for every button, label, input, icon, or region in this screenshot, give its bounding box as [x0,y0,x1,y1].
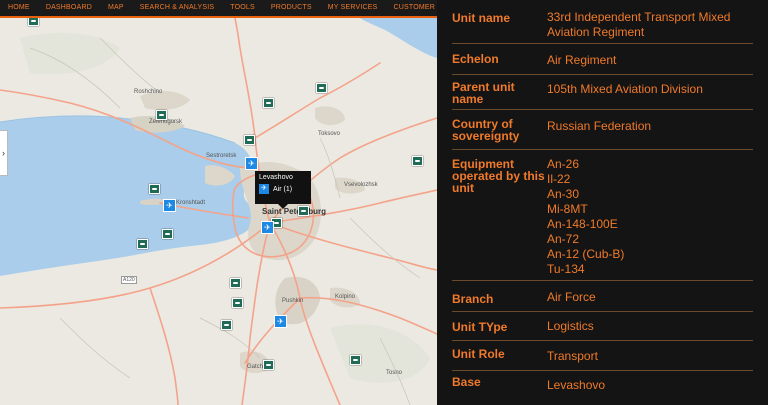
detail-row-unit-type: Unit TYpe Logistics [452,312,753,341]
equipment-item: Tu-134 [547,262,585,276]
detail-label: Unit name [452,11,511,25]
unit-marker[interactable] [232,298,243,308]
detail-label: Base [452,375,481,389]
equipment-list: An-26 Il-22 An-30 Mi-8MT An-148-100E An-… [547,150,753,280]
unit-marker[interactable] [149,184,160,194]
label-toksovo: Toksovo [318,131,341,137]
nav-search-analysis[interactable]: SEARCH & ANALYSIS [132,0,222,16]
airplane-icon[interactable]: ✈ [261,221,274,234]
detail-row-parent-unit: Parent unit name 105th Mixed Aviation Di… [452,75,753,110]
unit-marker[interactable] [137,239,148,249]
detail-label: Unit TYpe [452,320,508,334]
label-roshchino: Roshchino [134,89,163,95]
unit-marker[interactable] [244,135,255,145]
nav-products[interactable]: PRODUCTS [263,0,320,16]
detail-row-base: Base Levashovo [452,371,753,399]
detail-label: Echelon [452,52,499,66]
equipment-item: Mi-8MT [547,202,588,216]
popup-item-label: Air (1) [273,185,293,193]
unit-marker[interactable] [28,18,39,26]
label-tosno: Tosno [386,370,403,376]
unit-marker[interactable] [263,98,274,108]
map-popup[interactable]: Levashovo ✈ Air (1) [255,171,311,209]
equipment-item: Il-22 [547,172,571,186]
detail-row-echelon: Echelon Air Regiment [452,44,753,75]
detail-value: Levashovo [547,378,606,392]
unit-marker[interactable] [162,229,173,239]
label-kolpino: Kolpino [335,294,356,300]
unit-marker[interactable] [221,320,232,330]
nav-dashboard[interactable]: DASHBOARD [38,0,100,16]
detail-value: Air Force [547,290,596,304]
nav-my-services[interactable]: MY SERVICES [320,0,386,16]
airplane-icon[interactable]: ✈ [274,315,287,328]
unit-marker[interactable] [156,110,167,120]
detail-label: Unit Role [452,347,505,361]
equipment-item: An-30 [547,187,580,201]
detail-value: Logistics [547,319,594,333]
nav-customer-care[interactable]: CUSTOMER CARE [386,0,437,16]
equipment-item: An-148-100E [547,217,618,231]
unit-marker[interactable] [316,83,327,93]
unit-marker[interactable] [263,360,274,370]
nav-map[interactable]: MAP [100,0,132,16]
detail-value: Russian Federation [547,119,652,133]
label-pushkin: Pushkin [282,298,304,304]
detail-row-branch: Branch Air Force [452,281,753,312]
popup-title: Levashovo [259,174,293,181]
map-view[interactable]: Roshchino Zelenogorsk Sestroretsk Toksov… [0,18,437,405]
equipment-item: An-26 [547,157,580,171]
unit-details-panel: Unit name 33rd Independent Transport Mix… [437,0,768,405]
detail-value: Transport [547,349,598,363]
top-nav: HOME DASHBOARD MAP SEARCH & ANALYSIS TOO… [0,0,437,18]
detail-row-unit-name: Unit name 33rd Independent Transport Mix… [452,10,753,44]
detail-value: Air Regiment [547,53,617,67]
detail-row-country: Country of sovereignty Russian Federatio… [452,110,753,150]
map-canvas [0,18,437,405]
chevron-right-icon: › [2,148,5,158]
unit-marker[interactable] [298,206,309,216]
label-road-a120: A120 [121,276,137,284]
detail-value: 105th Mixed Aviation Division [547,82,703,96]
label-sestroretsk: Sestroretsk [206,153,237,159]
unit-marker[interactable] [350,355,361,365]
airplane-icon[interactable]: ✈ [163,199,176,212]
detail-value: 33rd Independent Transport Mixed Aviatio… [547,10,731,39]
detail-row-unit-role: Unit Role Transport [452,341,753,371]
nav-tools[interactable]: TOOLS [222,0,263,16]
side-panel-toggle[interactable]: › [0,130,8,176]
label-vsevolozhsk: Vsevolozhsk [344,182,378,188]
unit-marker[interactable] [412,156,423,166]
airplane-icon[interactable]: ✈ [245,157,258,170]
detail-label: Equipment operated by this unit [452,157,545,195]
airplane-icon: ✈ [259,184,269,194]
detail-label: Parent unit name [452,80,515,106]
detail-row-equipment: Equipment operated by this unit An-26 Il… [452,150,753,281]
nav-home[interactable]: HOME [0,0,38,16]
popup-pointer [278,204,288,209]
equipment-item: An-12 (Cub-B) [547,247,625,261]
unit-marker[interactable] [230,278,241,288]
equipment-item: An-72 [547,232,580,246]
popup-item[interactable]: ✈ Air (1) [259,184,307,194]
detail-label: Branch [452,292,494,306]
label-kronshtadt: Kronshtadt [176,200,206,206]
detail-label: Country of sovereignty [452,117,520,143]
